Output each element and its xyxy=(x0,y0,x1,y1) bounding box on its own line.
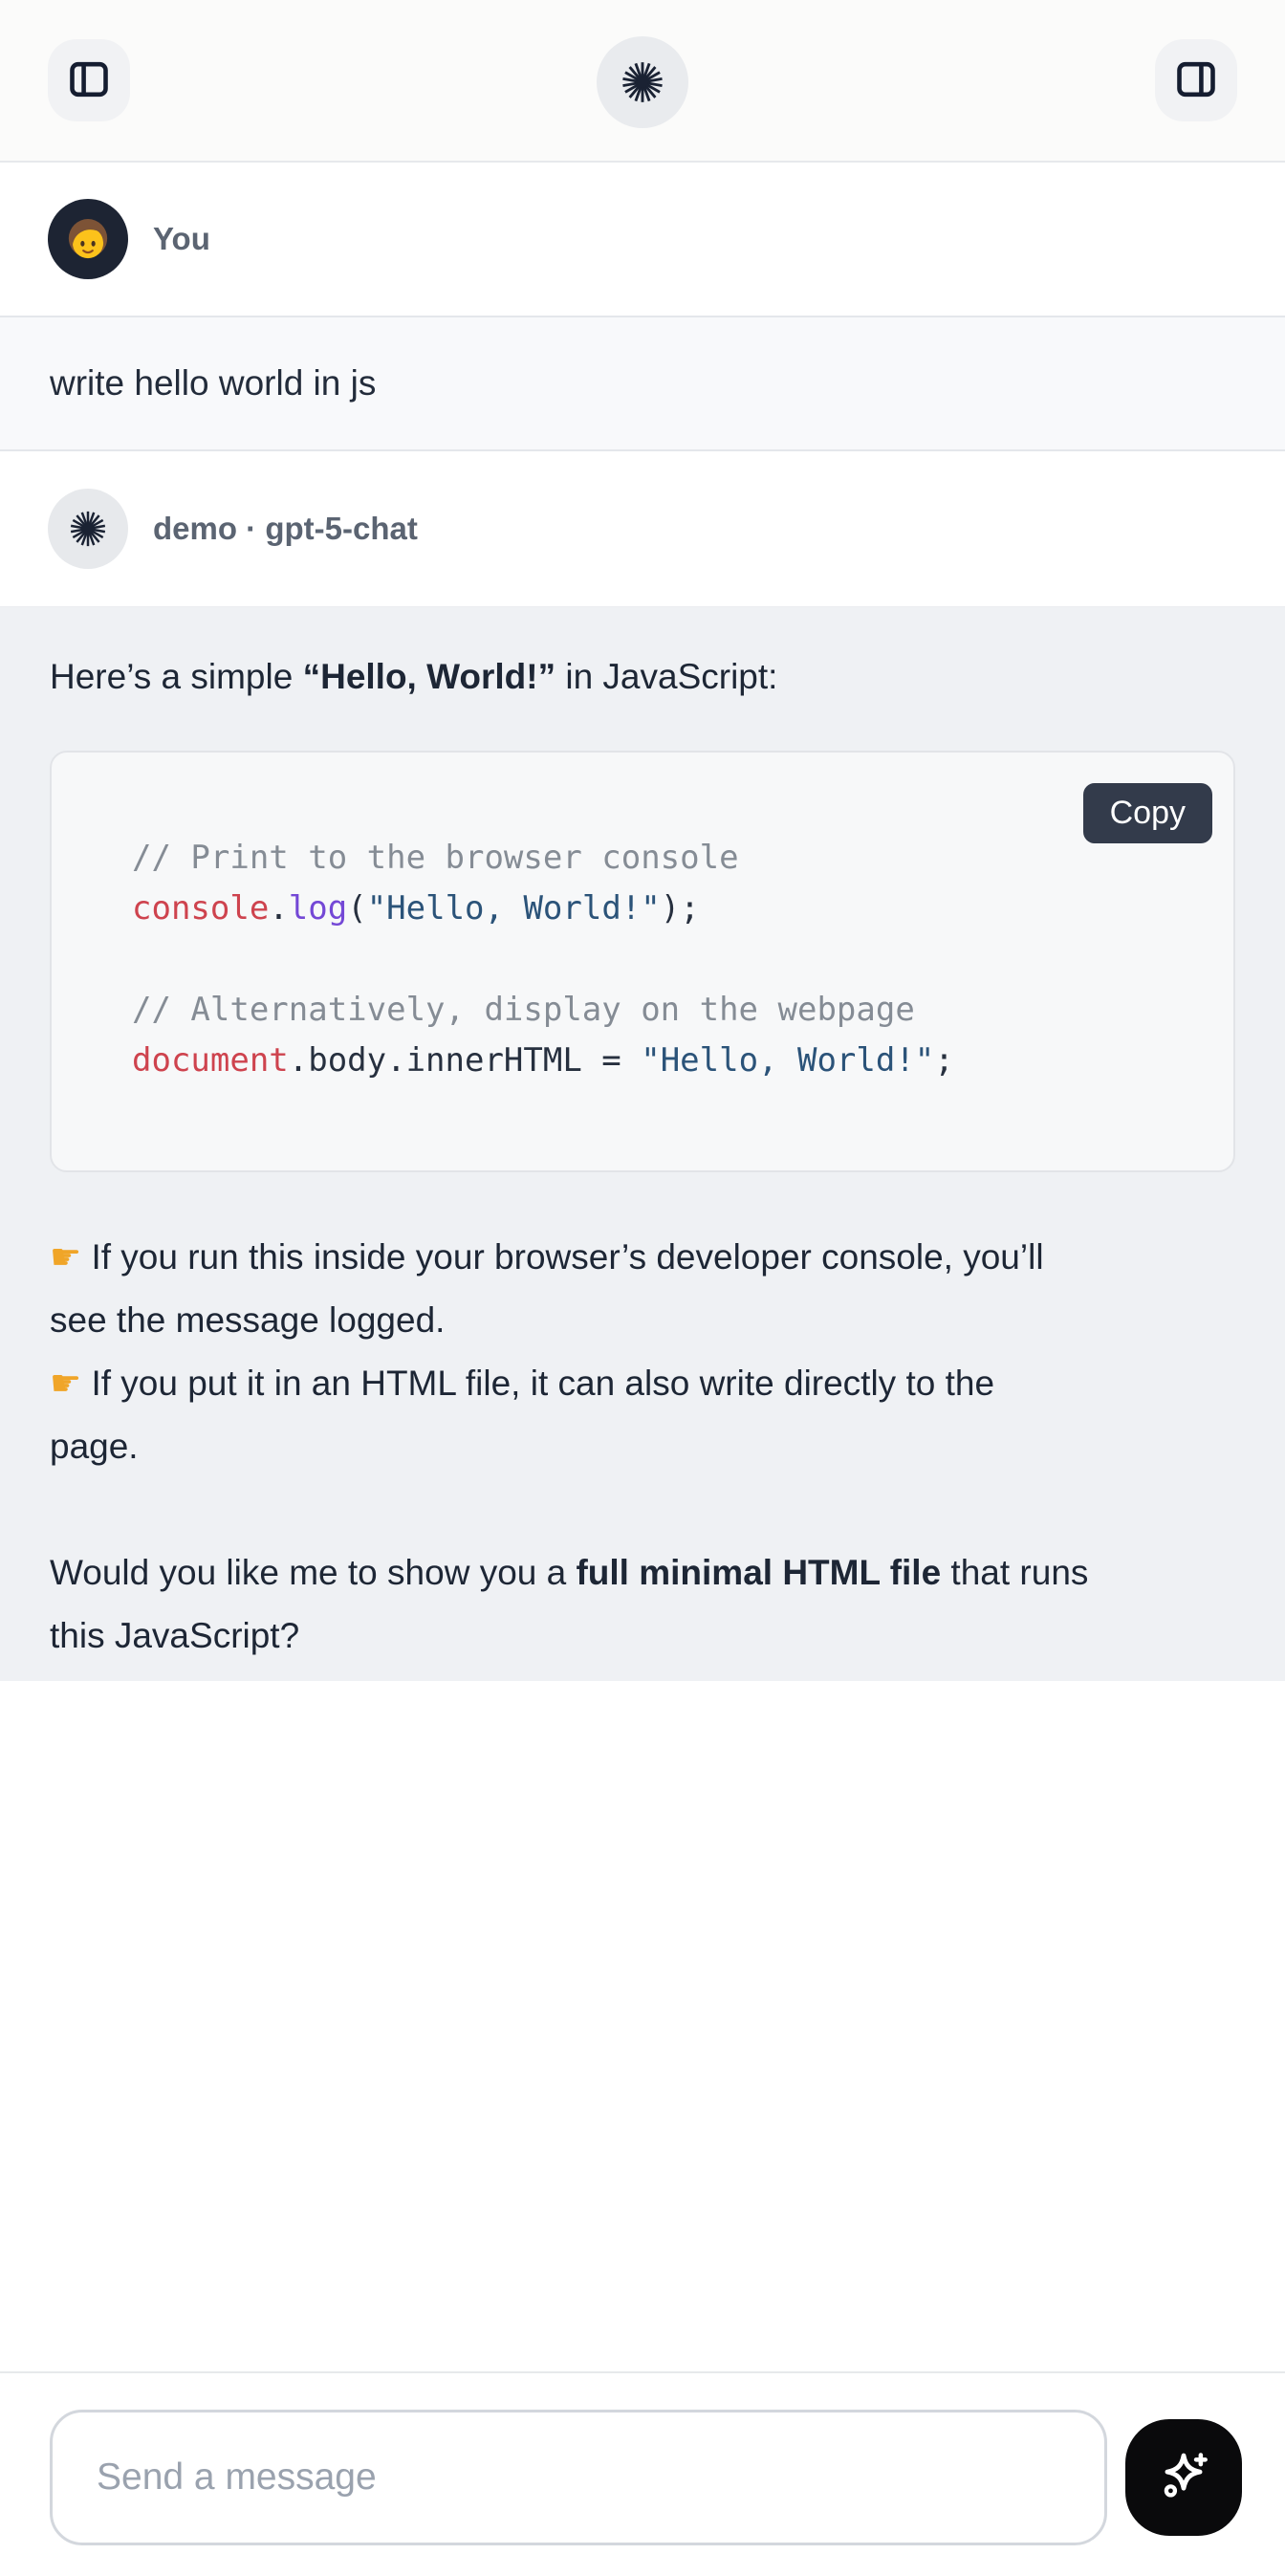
assistant-message-body: Here’s a simple “Hello, World!” in JavaS… xyxy=(0,606,1285,1681)
assistant-question-text: Would you like me to show you a full min… xyxy=(50,1541,1235,1668)
chat-app: You write hello world in js demo · gpt-5… xyxy=(0,0,1285,2576)
topbar xyxy=(0,0,1285,163)
user-message-text: write hello world in js xyxy=(50,363,376,404)
user-message: You write hello world in js xyxy=(0,163,1285,451)
right-panel-toggle-button[interactable] xyxy=(1155,39,1237,121)
code-content: // Print to the browser consoleconsole.l… xyxy=(132,833,1195,1086)
panel-right-icon xyxy=(1172,55,1220,106)
starburst-icon xyxy=(621,60,664,104)
person-emoji-icon xyxy=(60,211,116,267)
user-author-label: You xyxy=(153,221,210,257)
assistant-author-label: demo · gpt-5-chat xyxy=(153,511,418,547)
model-menu-button[interactable] xyxy=(597,36,688,128)
assistant-message-header: demo · gpt-5-chat xyxy=(0,451,1285,606)
sparkle-plus-icon xyxy=(1153,2447,1214,2508)
send-button[interactable] xyxy=(1125,2419,1242,2536)
panel-left-icon xyxy=(65,55,113,106)
assistant-pointer-text: ☛ If you run this inside your browser’s … xyxy=(50,1226,1235,1478)
code-block: Copy // Print to the browser consolecons… xyxy=(50,751,1235,1172)
assistant-avatar xyxy=(48,489,128,569)
starburst-icon xyxy=(69,510,107,548)
assistant-message: demo · gpt-5-chat Here’s a simple “Hello… xyxy=(0,451,1285,1681)
user-message-body: write hello world in js xyxy=(0,316,1285,451)
copy-code-button[interactable]: Copy xyxy=(1083,783,1212,843)
sidebar-toggle-button[interactable] xyxy=(48,39,130,121)
user-message-header: You xyxy=(0,163,1285,316)
message-input[interactable] xyxy=(50,2410,1107,2545)
composer xyxy=(0,2371,1285,2576)
assistant-intro-text: Here’s a simple “Hello, World!” in JavaS… xyxy=(50,645,1235,709)
user-avatar xyxy=(48,199,128,279)
